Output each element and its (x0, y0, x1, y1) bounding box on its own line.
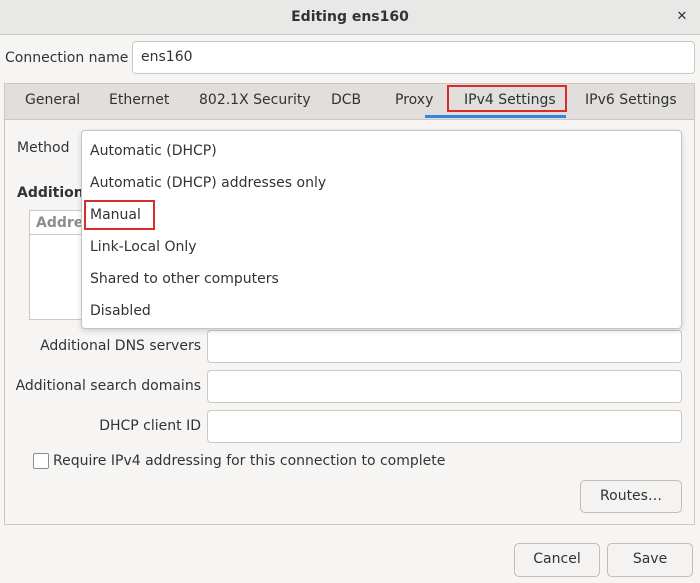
method-option-link-local-only[interactable]: Link-Local Only (90, 231, 197, 263)
tab-bar: General Ethernet 802.1X Security DCB Pro… (5, 84, 694, 120)
active-tab-indicator (425, 115, 566, 118)
tab-dcb[interactable]: DCB (331, 84, 361, 119)
require-ipv4-checkbox[interactable] (33, 453, 49, 469)
connection-name-label: Connection name (5, 50, 129, 66)
connection-name-input[interactable]: ens160 (132, 41, 695, 74)
window-title: Editing ens160 (291, 9, 409, 25)
method-option-automatic-dhcp[interactable]: Automatic (DHCP) (90, 135, 217, 167)
search-domains-input[interactable] (207, 370, 682, 403)
search-domains-label: Additional search domains (15, 378, 201, 394)
routes-button[interactable]: Routes… (580, 480, 682, 513)
save-button[interactable]: Save (607, 543, 693, 577)
require-ipv4-label[interactable]: Require IPv4 addressing for this connect… (53, 453, 445, 469)
tab-8021x-security[interactable]: 802.1X Security (199, 84, 311, 119)
tab-general[interactable]: General (25, 84, 80, 119)
method-option-disabled[interactable]: Disabled (90, 295, 151, 327)
dns-servers-label: Additional DNS servers (40, 338, 201, 354)
ipv4-tab-highlight-box (447, 85, 567, 112)
dns-servers-input[interactable] (207, 330, 682, 363)
dhcp-client-id-label: DHCP client ID (99, 418, 201, 434)
close-icon[interactable]: ✕ (672, 7, 692, 27)
address-column-header[interactable]: Address (30, 211, 88, 235)
tab-proxy[interactable]: Proxy (395, 84, 433, 119)
cancel-button[interactable]: Cancel (514, 543, 600, 577)
tab-ethernet[interactable]: Ethernet (109, 84, 169, 119)
addresses-table[interactable]: Address (29, 210, 89, 320)
method-option-shared[interactable]: Shared to other computers (90, 263, 279, 295)
title-bar: Editing ens160 ✕ (0, 0, 700, 35)
method-option-automatic-dhcp-addresses-only[interactable]: Automatic (DHCP) addresses only (90, 167, 326, 199)
manual-highlight-box (84, 200, 155, 230)
tab-ipv6-settings[interactable]: IPv6 Settings (585, 84, 677, 119)
method-dropdown-menu: Automatic (DHCP) Automatic (DHCP) addres… (81, 130, 682, 329)
method-label: Method (17, 140, 70, 156)
dhcp-client-id-input[interactable] (207, 410, 682, 443)
